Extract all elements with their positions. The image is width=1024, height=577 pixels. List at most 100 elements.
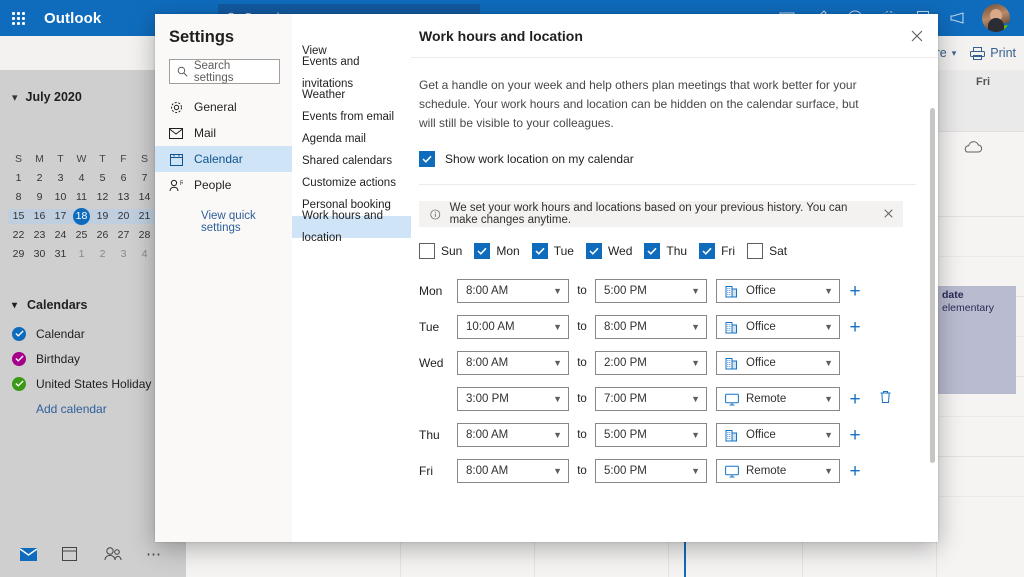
mini-calendar-day[interactable]: 28 [134,228,155,243]
day-checkbox[interactable] [644,243,660,259]
add-time-slot-button[interactable]: + [849,462,860,481]
settings-nav-item-general[interactable]: General [155,94,292,120]
delete-time-slot-button[interactable] [879,390,892,409]
start-time-select[interactable]: 8:00 AM▼ [457,351,569,375]
mini-calendar-day[interactable]: 2 [29,171,50,186]
end-time-select[interactable]: 8:00 PM▼ [595,315,707,339]
avatar[interactable] [982,4,1010,32]
add-time-slot-button[interactable]: + [849,282,860,301]
settings-subnav-item[interactable]: Weather [292,84,411,106]
add-time-slot-button[interactable]: + [849,318,860,337]
location-select[interactable]: Office▼ [716,351,840,375]
mini-calendar-day[interactable]: 22 [8,228,29,243]
calendar-icon[interactable] [62,546,80,562]
start-time-select[interactable]: 8:00 AM▼ [457,279,569,303]
mini-calendar-day[interactable]: 4 [134,247,155,262]
mini-calendar-day[interactable]: 31 [50,247,71,262]
day-toggle-sun[interactable]: Sun [419,243,462,259]
mini-calendar-today[interactable]: 18 [73,208,90,225]
mini-calendar-day[interactable]: 19 [92,209,113,224]
view-quick-settings-link[interactable]: View quick settings [155,198,292,234]
end-time-select[interactable]: 5:00 PM▼ [595,459,707,483]
mini-calendar-day[interactable]: 26 [92,228,113,243]
day-checkbox[interactable] [586,243,602,259]
calendar-color-checkbox[interactable] [12,377,26,391]
mini-calendar-day[interactable]: 21 [134,209,155,224]
day-checkbox[interactable] [699,243,715,259]
settings-subnav-item[interactable]: Events and invitations [292,62,411,84]
settings-subnav-item[interactable]: Events from email [292,106,411,128]
day-toggle-mon[interactable]: Mon [474,243,519,259]
settings-subnav-item[interactable]: Shared calendars [292,150,411,172]
mini-calendar-day[interactable]: 12 [92,190,113,205]
start-time-select[interactable]: 10:00 AM▼ [457,315,569,339]
panel-scrollbar[interactable] [930,108,935,463]
mini-calendar-day[interactable]: 13 [113,190,134,205]
mini-calendar-day[interactable]: 29 [8,247,29,262]
mini-calendar-day[interactable]: 30 [29,247,50,262]
mini-calendar-day[interactable]: 10 [50,190,71,205]
calendar-color-checkbox[interactable] [12,352,26,366]
day-checkbox[interactable] [419,243,435,259]
mini-calendar-day[interactable]: 18 [71,209,92,224]
location-select[interactable]: Office▼ [716,279,840,303]
start-time-select[interactable]: 8:00 AM▼ [457,459,569,483]
mini-calendar-day[interactable]: 2 [92,247,113,262]
mini-calendar-day[interactable]: 15 [8,209,29,224]
print-button[interactable]: Print [970,46,1016,60]
settings-subnav-item[interactable]: Work hours and location [292,216,411,238]
calendar-color-checkbox[interactable] [12,327,26,341]
show-work-location-checkbox[interactable] [419,151,435,167]
dismiss-banner-icon[interactable] [884,207,893,221]
mini-calendar-day[interactable]: 27 [113,228,134,243]
mini-calendar-day[interactable]: 9 [29,190,50,205]
start-time-select[interactable]: 8:00 AM▼ [457,423,569,447]
location-select[interactable]: Office▼ [716,315,840,339]
app-launcher-icon[interactable] [0,0,36,36]
mini-calendar-day[interactable]: 6 [113,171,134,186]
mini-calendar-day[interactable]: 16 [29,209,50,224]
chevron-down-icon[interactable]: ▾ [12,91,18,104]
day-checkbox[interactable] [747,243,763,259]
day-toggle-wed[interactable]: Wed [586,243,632,259]
mini-calendar-day[interactable]: 8 [8,190,29,205]
mini-calendar-day[interactable]: 17 [50,209,71,224]
mini-calendar-day[interactable]: 25 [71,228,92,243]
calendar-event[interactable]: date elementary [938,286,1016,394]
day-checkbox[interactable] [474,243,490,259]
settings-nav-item-people[interactable]: RPeople [155,172,292,198]
settings-nav-item-calendar[interactable]: Calendar [155,146,292,172]
add-time-slot-button[interactable]: + [849,390,860,409]
start-time-select[interactable]: 3:00 PM▼ [457,387,569,411]
location-select[interactable]: Remote▼ [716,459,840,483]
day-checkbox[interactable] [532,243,548,259]
end-time-select[interactable]: 5:00 PM▼ [595,279,707,303]
day-toggle-sat[interactable]: Sat [747,243,787,259]
mini-calendar-day[interactable]: 4 [71,171,92,186]
people-icon[interactable] [104,546,122,562]
mini-calendar-day[interactable]: 7 [134,171,155,186]
mail-icon[interactable] [20,546,38,562]
show-work-location-row[interactable]: Show work location on my calendar [419,151,916,167]
end-time-select[interactable]: 2:00 PM▼ [595,351,707,375]
mini-calendar-day[interactable]: 20 [113,209,134,224]
close-icon[interactable] [900,19,934,53]
location-select[interactable]: Remote▼ [716,387,840,411]
mini-calendar-day[interactable]: 3 [113,247,134,262]
settings-nav-item-mail[interactable]: Mail [155,120,292,146]
mini-calendar-day[interactable]: 1 [8,171,29,186]
mini-calendar-day[interactable]: 1 [71,247,92,262]
feedback-megaphone-icon[interactable] [948,9,966,27]
day-toggle-thu[interactable]: Thu [644,243,687,259]
end-time-select[interactable]: 5:00 PM▼ [595,423,707,447]
mini-calendar-day[interactable]: 14 [134,190,155,205]
location-select[interactable]: Office▼ [716,423,840,447]
mini-calendar-day[interactable]: 3 [50,171,71,186]
end-time-select[interactable]: 7:00 PM▼ [595,387,707,411]
settings-search-input[interactable]: Search settings [169,59,280,84]
mini-calendar-day[interactable]: 11 [71,190,92,205]
more-options-icon[interactable]: ⋯ [146,546,164,562]
mini-calendar-day[interactable]: 23 [29,228,50,243]
day-toggle-tue[interactable]: Tue [532,243,574,259]
settings-subnav-item[interactable]: Customize actions [292,172,411,194]
